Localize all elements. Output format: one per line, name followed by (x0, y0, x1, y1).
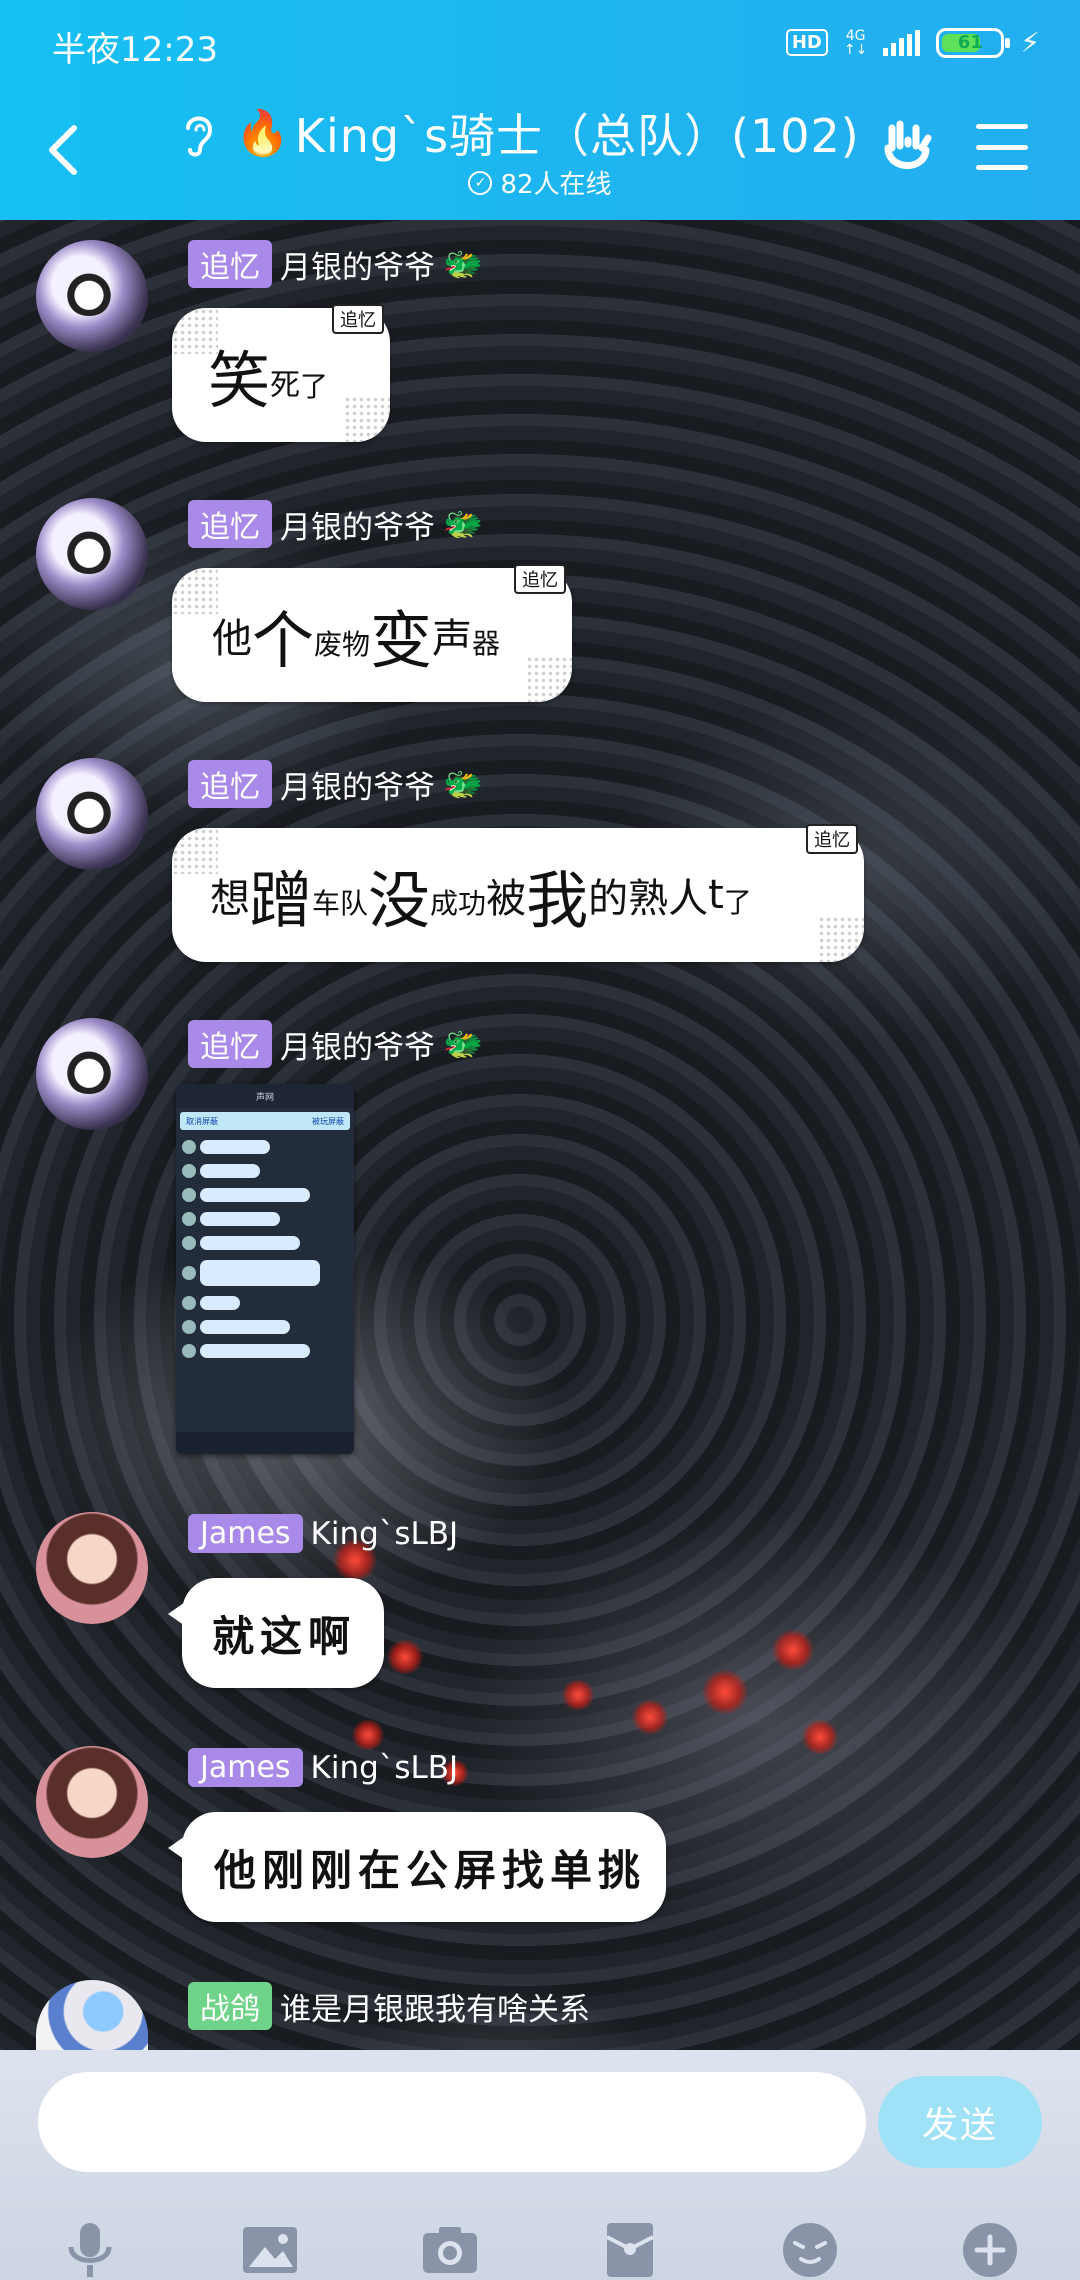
sender-name[interactable]: 谁是月银跟我有啥关系 (280, 1984, 590, 2029)
signal-icon (883, 29, 921, 56)
sender-name[interactable]: King`sLBJ (311, 1750, 459, 1786)
message-text: 蹭 (250, 864, 313, 937)
avatar[interactable] (36, 1512, 148, 1624)
input-area: 发送 (0, 2050, 1080, 2280)
message-input[interactable] (38, 2072, 866, 2172)
fire-icon: 🔥 (235, 108, 291, 159)
avatar[interactable] (36, 498, 148, 610)
avatar[interactable] (36, 1746, 148, 1858)
sender-tag: 追忆 (188, 500, 272, 548)
online-count-text: 82人在线 (500, 170, 612, 200)
sender-name[interactable]: King`sLBJ (311, 1516, 459, 1552)
dragon-badge-icon: 🐲 (443, 245, 483, 283)
bubble-tag: 追忆 (514, 564, 566, 594)
hd-icon: HD (785, 29, 828, 56)
room-title-text: King`s骑士（总队）(102) (294, 109, 860, 163)
dragon-badge-icon: 🐲 (443, 1025, 483, 1063)
message-text: 笑 (208, 344, 271, 417)
sender-row: 追忆 月银的爷爷 🐲 (188, 240, 483, 288)
dragon-badge-icon: 🐲 (443, 505, 483, 543)
sender-tag: 追忆 (188, 760, 272, 808)
menu-icon[interactable] (976, 124, 1028, 170)
dragon-badge-icon: 🐲 (443, 765, 483, 803)
sender-row: 战鸽 谁是月银跟我有啥关系 (188, 1982, 590, 2030)
message-text: 成功 (430, 887, 487, 920)
image-tab-right: 被玩屏蔽 (312, 1116, 344, 1126)
message-text: 就这啊 (212, 1611, 357, 1661)
message-text: t (708, 872, 724, 918)
microphone-icon[interactable] (58, 2218, 122, 2280)
message-text: 声 (432, 616, 473, 662)
sender-tag: 追忆 (188, 1020, 272, 1068)
message-text: 他 (212, 616, 252, 662)
avatar[interactable] (36, 240, 148, 352)
sender-name[interactable]: 月银的爷爷 (280, 502, 435, 547)
message-bubble[interactable]: 就这啊 (168, 1578, 384, 1688)
sender-name[interactable]: 月银的爷爷 (280, 242, 435, 287)
sender-tag: James (188, 1514, 303, 1553)
sender-tag: 追忆 (188, 240, 272, 288)
network-icon: 4G ↑↓ (843, 27, 868, 58)
message-text: 我 (526, 864, 589, 937)
camera-icon[interactable] (418, 2218, 482, 2280)
ear-icon[interactable] (178, 110, 218, 169)
message-text: 器 (472, 627, 501, 660)
room-title: 🔥 King`s骑士（总队）(102) (235, 100, 860, 166)
charging-icon: ⚡ (1020, 26, 1040, 59)
sender-row: James King`sLBJ (188, 1514, 458, 1553)
message-text: 个 (252, 604, 315, 677)
rock-hand-icon[interactable] (878, 118, 936, 176)
status-icons: HD 4G ↑↓ 61 ⚡ (785, 26, 1040, 59)
message-text: 了 (723, 886, 752, 919)
sender-row: 追忆 月银的爷爷 🐲 (188, 500, 483, 548)
sender-name[interactable]: 月银的爷爷 (280, 762, 435, 807)
network-label: 4G (845, 27, 866, 44)
message-text: 被 (486, 876, 527, 922)
image-tab-left: 取消屏蔽 (186, 1116, 218, 1126)
plus-icon[interactable] (958, 2218, 1022, 2280)
chat-header: 半夜12:23 HD 4G ↑↓ 61 ⚡ 🔥 King`s骑士（总队）(102)… (0, 0, 1080, 220)
message-text: 了 (300, 370, 329, 403)
message-bubble[interactable]: 追忆 想 蹭 车队 没 成功 被 我 的熟人 t 了 (172, 824, 864, 962)
image-title: 声网 (176, 1084, 354, 1108)
red-packet-icon[interactable] (598, 2218, 662, 2280)
status-time: 半夜12:23 (52, 30, 218, 70)
message-bubble[interactable]: 追忆 他 个 废物 变 声 器 (172, 564, 572, 702)
sender-row: 追忆 月银的爷爷 🐲 (188, 760, 483, 808)
image-icon[interactable] (238, 2218, 302, 2280)
emoji-icon[interactable] (778, 2218, 842, 2280)
chat-background (0, 220, 1080, 2050)
sender-row: James King`sLBJ (188, 1748, 458, 1787)
message-text: 废物 (314, 628, 371, 661)
message-text: 的熟人 (588, 876, 709, 922)
sender-name[interactable]: 月银的爷爷 (280, 1022, 435, 1067)
image-message[interactable]: 声网 取消屏蔽 被玩屏蔽 (176, 1084, 354, 1454)
message-text: 没 (368, 864, 431, 937)
sender-row: 追忆 月银的爷爷 🐲 (188, 1020, 483, 1068)
send-button[interactable]: 发送 (878, 2076, 1042, 2168)
message-bubble[interactable]: 追忆 笑 死 了 (172, 304, 390, 442)
battery-level: 61 (957, 32, 983, 53)
message-text: 想 (210, 876, 250, 922)
avatar[interactable] (36, 1018, 148, 1130)
message-text: 车队 (312, 887, 369, 920)
bubble-tag: 追忆 (332, 304, 384, 334)
check-icon: ✓ (468, 170, 493, 195)
message-text: 死 (270, 368, 301, 403)
avatar[interactable] (36, 758, 148, 870)
sender-tag: 战鸽 (188, 1982, 272, 2030)
message-text: 变 (370, 604, 433, 677)
image-tabs: 取消屏蔽 被玩屏蔽 (180, 1112, 350, 1130)
sender-tag: James (188, 1748, 303, 1787)
message-bubble[interactable]: 他刚刚在公屏找单挑 (168, 1812, 666, 1922)
battery-icon: 61 (936, 27, 1011, 58)
message-text: 他刚刚在公屏找单挑 (214, 1845, 647, 1895)
bubble-tag: 追忆 (806, 824, 858, 854)
